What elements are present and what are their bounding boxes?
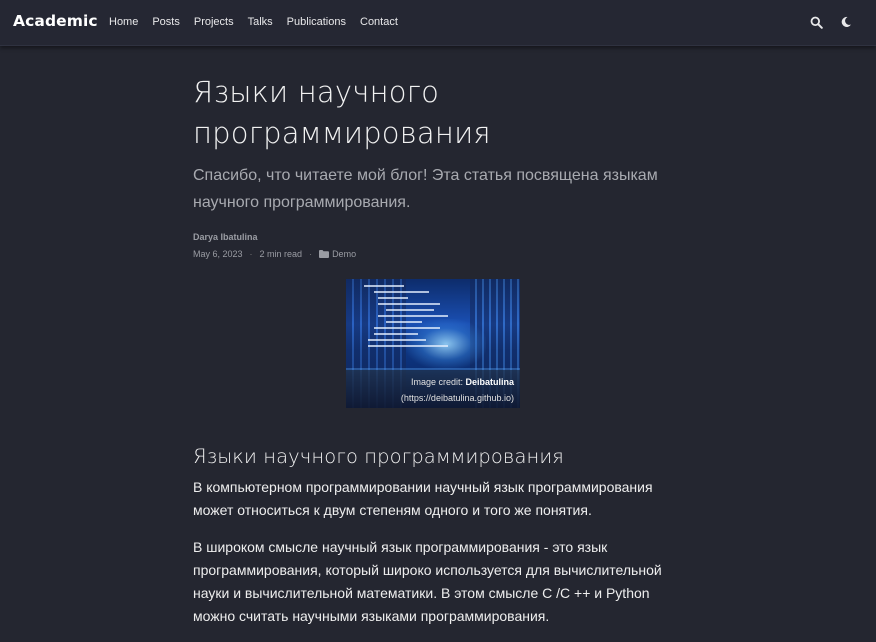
brand-logo-link[interactable]: Academic bbox=[13, 12, 98, 30]
caption-url[interactable]: (https://deibatulina.github.io) bbox=[346, 390, 514, 406]
author-name[interactable]: Darya Ibatulina bbox=[193, 232, 683, 242]
paragraph: В широком смысле научный язык программир… bbox=[193, 539, 662, 624]
category-link[interactable]: Demo bbox=[332, 249, 356, 259]
article-meta: May 6, 2023 · 2 min read · Demo bbox=[193, 249, 683, 259]
nav-links: Home Posts Projects Talks Publications C… bbox=[109, 16, 412, 28]
nav-link-talks[interactable]: Talks bbox=[248, 16, 273, 28]
nav-link-publications[interactable]: Publications bbox=[287, 16, 346, 28]
navbar: Academic Home Posts Projects Talks Publi… bbox=[0, 0, 876, 46]
image-code-overlay bbox=[364, 285, 454, 351]
search-icon[interactable] bbox=[808, 14, 824, 30]
meta-separator: · bbox=[249, 249, 253, 259]
paragraph: В компьютерном программировании научный … bbox=[193, 479, 653, 518]
page-title: Языки научного программирования bbox=[193, 75, 491, 150]
caption-author-link[interactable]: Deibatulina bbox=[465, 377, 514, 387]
nav-link-projects[interactable]: Projects bbox=[194, 16, 234, 28]
featured-image: Image credit: Deibatulina (https://deiba… bbox=[346, 279, 520, 408]
article-subtitle: Спасибо, что читаете мой блог! Эта стать… bbox=[193, 167, 658, 211]
folder-icon bbox=[319, 250, 330, 258]
article-body: Языки научного программирования В компью… bbox=[193, 444, 683, 642]
nav-icons bbox=[808, 14, 854, 30]
nav-link-home[interactable]: Home bbox=[109, 16, 138, 28]
nav-link-posts[interactable]: Posts bbox=[152, 16, 180, 28]
section-heading: Языки научного программирования bbox=[193, 445, 564, 468]
nav-link-contact[interactable]: Contact bbox=[360, 16, 398, 28]
publish-date: May 6, 2023 bbox=[193, 249, 243, 259]
read-time: 2 min read bbox=[259, 249, 303, 259]
caption-prefix: Image credit: bbox=[410, 377, 466, 387]
meta-separator: · bbox=[309, 249, 313, 259]
article-header: Языки научного программирования Спасибо,… bbox=[193, 72, 683, 259]
moon-icon[interactable] bbox=[838, 14, 854, 30]
image-caption: Image credit: Deibatulina (https://deiba… bbox=[346, 370, 520, 408]
